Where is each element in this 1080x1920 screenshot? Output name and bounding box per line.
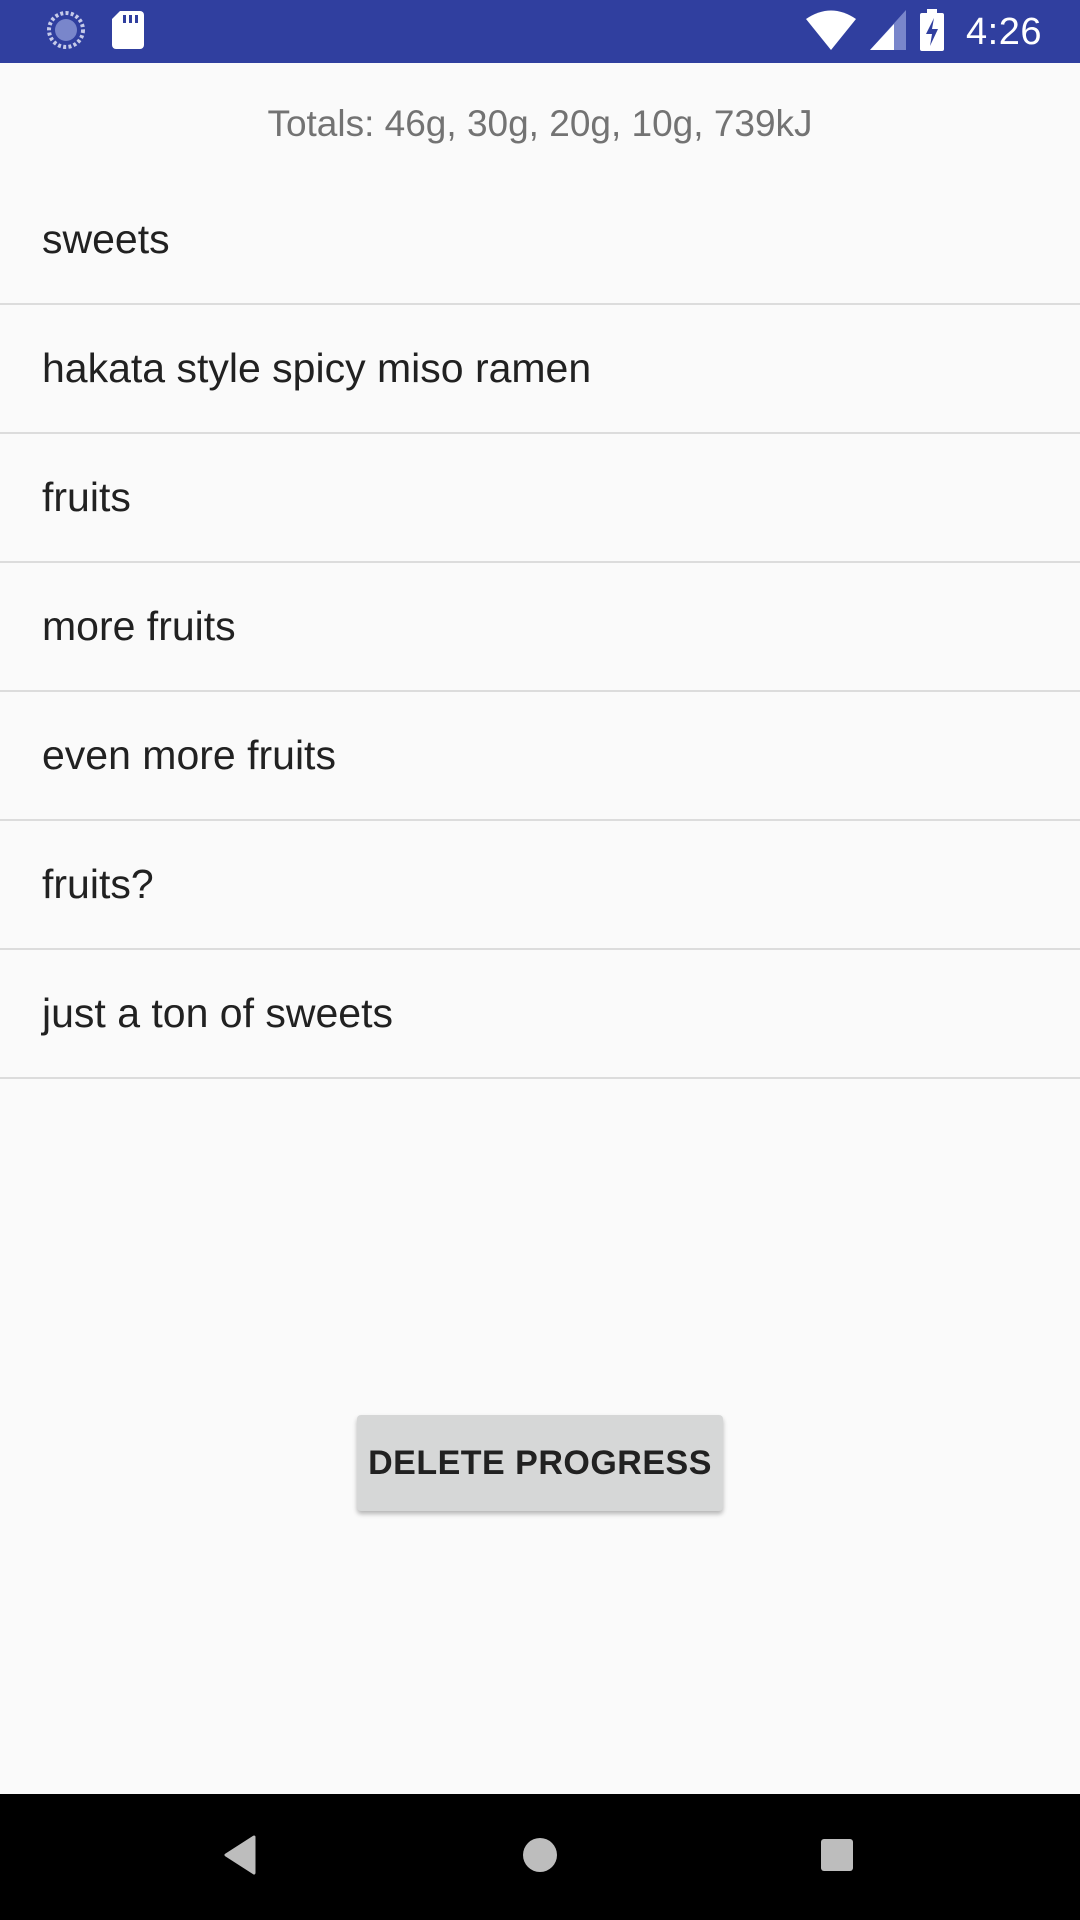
battery-charging-icon bbox=[920, 8, 945, 56]
list-item[interactable]: hakata style spicy miso ramen bbox=[0, 305, 1080, 434]
home-icon bbox=[520, 1835, 560, 1880]
list-item[interactable]: fruits? bbox=[0, 821, 1080, 950]
totals-summary: Totals: 46g, 30g, 20g, 10g, 739kJ bbox=[267, 103, 813, 144]
status-bar-right: 4:26 bbox=[806, 8, 1042, 56]
status-bar: 4:26 bbox=[0, 0, 1080, 63]
back-button[interactable] bbox=[205, 1822, 275, 1892]
list-item[interactable]: even more fruits bbox=[0, 692, 1080, 821]
signal-icon bbox=[870, 9, 907, 55]
back-icon bbox=[222, 1835, 258, 1880]
status-bar-clock: 4:26 bbox=[966, 10, 1042, 53]
main-content: Totals: 46g, 30g, 20g, 10g, 739kJ sweets… bbox=[0, 63, 1080, 1794]
list-item[interactable]: sweets bbox=[0, 176, 1080, 305]
wifi-icon bbox=[806, 10, 857, 55]
status-bar-left bbox=[46, 10, 144, 55]
home-button[interactable] bbox=[505, 1822, 575, 1892]
navigation-bar bbox=[0, 1794, 1080, 1920]
list-item[interactable]: just a ton of sweets bbox=[0, 950, 1080, 1079]
list-item[interactable]: fruits bbox=[0, 434, 1080, 563]
recents-icon bbox=[819, 1837, 855, 1878]
sync-icon bbox=[46, 10, 86, 55]
delete-progress-button[interactable]: DELETE PROGRESS bbox=[357, 1415, 723, 1511]
recents-button[interactable] bbox=[802, 1822, 872, 1892]
food-list: sweets hakata style spicy miso ramen fru… bbox=[0, 176, 1080, 1079]
list-item[interactable]: more fruits bbox=[0, 563, 1080, 692]
sd-card-icon bbox=[112, 10, 144, 54]
